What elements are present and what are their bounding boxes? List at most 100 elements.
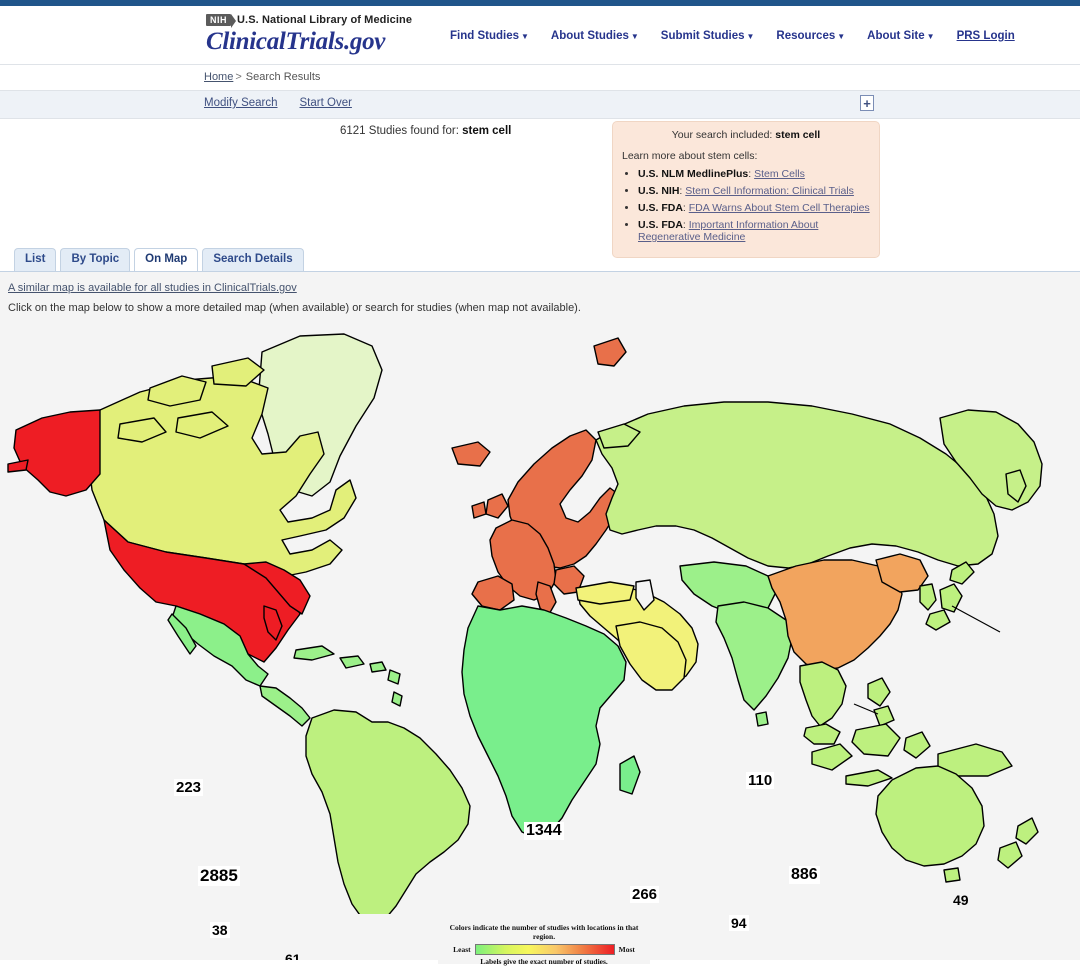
map-hint-text: Click on the map below to show a more de…: [8, 302, 581, 314]
region-madagascar[interactable]: [619, 755, 641, 795]
region-iberia[interactable]: [471, 575, 515, 611]
tab-on-map[interactable]: On Map: [134, 248, 199, 271]
region-caribbean[interactable]: [293, 645, 335, 661]
agency-name: U.S. National Library of Medicine: [237, 14, 413, 26]
region-java[interactable]: [845, 769, 893, 787]
resource-link[interactable]: Stem Cells: [754, 168, 805, 180]
region-philippines[interactable]: [873, 705, 895, 727]
region-japan[interactable]: [939, 583, 963, 613]
region-japan[interactable]: [925, 609, 951, 631]
tab-list[interactable]: List: [14, 248, 57, 271]
map-label-japan[interactable]: 49: [951, 892, 971, 908]
results-summary-band: 6121 Studies found for: stem cell Your s…: [0, 119, 1080, 258]
action-links: Modify Search Start Over: [204, 97, 352, 109]
region-africa[interactable]: [461, 605, 627, 839]
nav-resources-label: Resources: [776, 30, 836, 42]
search-info-subtitle: Learn more about stem cells:: [622, 150, 758, 162]
nih-logo-icon: NIH: [206, 14, 236, 28]
region-australia[interactable]: [875, 765, 985, 867]
nav-submit-studies[interactable]: Submit Studies ▼: [661, 30, 755, 42]
region-korea[interactable]: [919, 583, 937, 611]
breadcrumb-separator: >: [235, 71, 242, 83]
region-canada-arctic[interactable]: [211, 357, 265, 387]
search-info-title-prefix: Your search included:: [671, 129, 773, 141]
map-label-russia[interactable]: 110: [746, 772, 775, 790]
region-south-america[interactable]: [305, 709, 471, 914]
region-aleutians[interactable]: [7, 459, 29, 473]
nav-about-site[interactable]: About Site ▼: [867, 30, 934, 42]
map-label-mexico[interactable]: 38: [210, 922, 230, 939]
region-iceland[interactable]: [451, 441, 491, 467]
map-label-europe[interactable]: 1344: [524, 822, 564, 841]
legend-gradient-bar: [474, 944, 615, 955]
region-caribbean[interactable]: [369, 661, 387, 673]
tab-search-details[interactable]: Search Details: [202, 248, 304, 271]
results-found-term: stem cell: [462, 125, 512, 137]
list-item: U.S. FDA: Important Information About Re…: [638, 219, 870, 243]
region-russia[interactable]: [595, 401, 999, 569]
resource-source: U.S. FDA: [638, 219, 683, 231]
similar-map-link[interactable]: A similar map is available for all studi…: [8, 282, 297, 294]
page-title[interactable]: ClinicalTrials.gov: [206, 28, 412, 56]
nav-find-studies-label: Find Studies: [450, 30, 519, 42]
region-uk[interactable]: [485, 493, 509, 519]
region-malaysia[interactable]: [803, 723, 841, 745]
nav-prs-login[interactable]: PRS Login: [957, 30, 1015, 42]
site-masthead: NIH U.S. National Library of Medicine Cl…: [0, 6, 1080, 64]
main-navigation: Find Studies ▼ About Studies ▼ Submit Stud…: [450, 30, 1015, 42]
list-item: U.S. NIH: Stem Cell Information: Clinica…: [638, 185, 870, 197]
region-caribbean[interactable]: [339, 655, 365, 669]
resource-link[interactable]: FDA Warns About Stem Cell Therapies: [689, 202, 870, 214]
region-sumatra[interactable]: [811, 743, 853, 771]
region-alaska[interactable]: [13, 409, 101, 497]
map-panel: A similar map is available for all studi…: [0, 271, 1080, 960]
region-caribbean[interactable]: [387, 669, 401, 685]
world-choropleth-map[interactable]: 2885 1344 886 266 223 110 110 110 103 94…: [0, 314, 1080, 960]
search-info-title: Your search included: stem cell: [622, 129, 870, 141]
nav-about-site-label: About Site: [867, 30, 925, 42]
breadcrumb: Home > Search Results: [204, 71, 320, 83]
nav-resources[interactable]: Resources ▼: [776, 30, 845, 42]
modify-search-link[interactable]: Modify Search: [204, 97, 278, 109]
breadcrumb-home-link[interactable]: Home: [204, 71, 233, 83]
brand-block: NIH U.S. National Library of Medicine Cl…: [206, 14, 412, 56]
map-label-middle-east[interactable]: 266: [630, 886, 660, 904]
similar-map-links: A similar map is available for all studi…: [0, 272, 1080, 294]
region-new-zealand[interactable]: [997, 841, 1023, 869]
map-label-south-asia[interactable]: 94: [729, 915, 749, 932]
chevron-down-icon: ▼: [521, 32, 529, 41]
nav-about-studies[interactable]: About Studies ▼: [551, 30, 639, 42]
region-new-zealand[interactable]: [1015, 817, 1039, 845]
chevron-down-icon: ▼: [837, 32, 846, 41]
search-info-title-term: stem cell: [775, 129, 821, 141]
region-philippines[interactable]: [867, 677, 891, 707]
map-label-united-states[interactable]: 2885: [198, 866, 240, 886]
region-caribbean[interactable]: [391, 691, 403, 707]
legend-least-label: Least: [453, 945, 471, 954]
resource-source: U.S. NIH: [638, 185, 680, 197]
map-label-canada[interactable]: 223: [174, 779, 204, 797]
resource-source: U.S. NLM MedlinePlus: [638, 168, 749, 180]
tab-by-topic[interactable]: By Topic: [60, 248, 131, 271]
region-sri-lanka[interactable]: [755, 711, 769, 727]
region-ireland[interactable]: [471, 501, 487, 519]
map-label-central-america[interactable]: 61: [283, 951, 303, 960]
results-tabs: List By Topic On Map Search Details: [0, 248, 1080, 271]
map-label-china[interactable]: 886: [789, 866, 820, 885]
nav-submit-studies-label: Submit Studies: [660, 30, 745, 42]
region-central-america[interactable]: [259, 685, 311, 727]
expand-plus-icon[interactable]: +: [860, 95, 874, 111]
nav-find-studies[interactable]: Find Studies ▼: [450, 30, 529, 42]
japan-leader-line: [951, 605, 1001, 633]
region-tasmania[interactable]: [943, 867, 961, 883]
region-svalbard[interactable]: [593, 337, 627, 367]
region-turkey[interactable]: [575, 581, 635, 605]
region-sulawesi[interactable]: [903, 731, 931, 759]
region-borneo[interactable]: [851, 723, 901, 757]
start-over-link[interactable]: Start Over: [300, 97, 352, 109]
region-south-asia[interactable]: [715, 601, 793, 711]
legend-caption-bottom: Labels give the exact number of studies.: [480, 957, 608, 966]
region-southeast-asia[interactable]: [799, 661, 847, 727]
search-info-box: Your search included: stem cell Learn mo…: [612, 121, 880, 258]
resource-link[interactable]: Stem Cell Information: Clinical Trials: [685, 185, 854, 197]
